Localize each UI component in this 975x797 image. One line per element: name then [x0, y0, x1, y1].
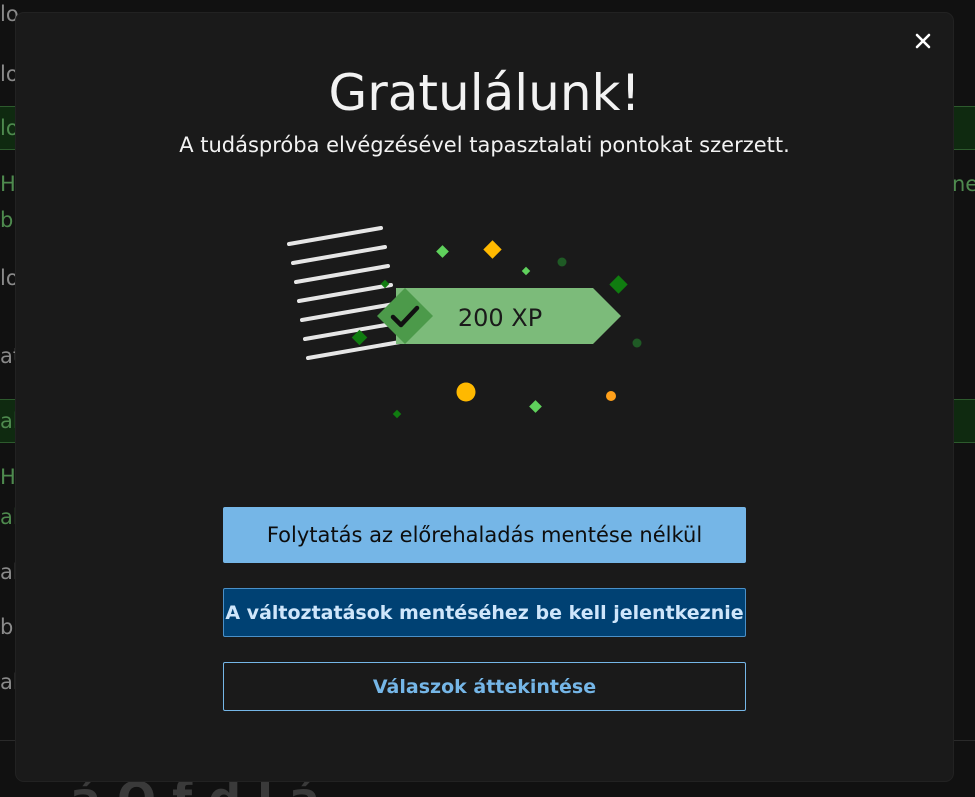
continue-without-saving-label: Folytatás az előrehaladás mentése nélkül	[266, 523, 703, 547]
background-fragment: b	[0, 615, 14, 639]
congratulations-dialog: Gratulálunk! A tudáspróba elvégzésével t…	[16, 13, 953, 781]
xp-illustration: 200 XP	[287, 226, 642, 419]
continue-without-saving-button[interactable]: Folytatás az előrehaladás mentése nélkül	[223, 507, 746, 563]
background-fragment: H	[0, 172, 16, 196]
sign-in-to-save-button[interactable]: A változtatások mentéséhez be kell jelen…	[223, 588, 746, 637]
close-icon	[915, 33, 931, 49]
sign-in-to-save-label: A változtatások mentéséhez be kell jelen…	[225, 601, 744, 624]
review-answers-button[interactable]: Válaszok áttekintése	[223, 662, 746, 711]
background-fragment: ne	[952, 172, 975, 196]
xp-badge-label: 200 XP	[458, 304, 542, 332]
dialog-subtitle: A tudáspróba elvégzésével tapasztalati p…	[179, 133, 790, 157]
close-button[interactable]	[911, 29, 935, 53]
dialog-title: Gratulálunk!	[328, 64, 641, 122]
background-fragment: H	[0, 465, 16, 489]
review-answers-label: Válaszok áttekintése	[372, 675, 597, 698]
document-icon	[287, 226, 402, 360]
